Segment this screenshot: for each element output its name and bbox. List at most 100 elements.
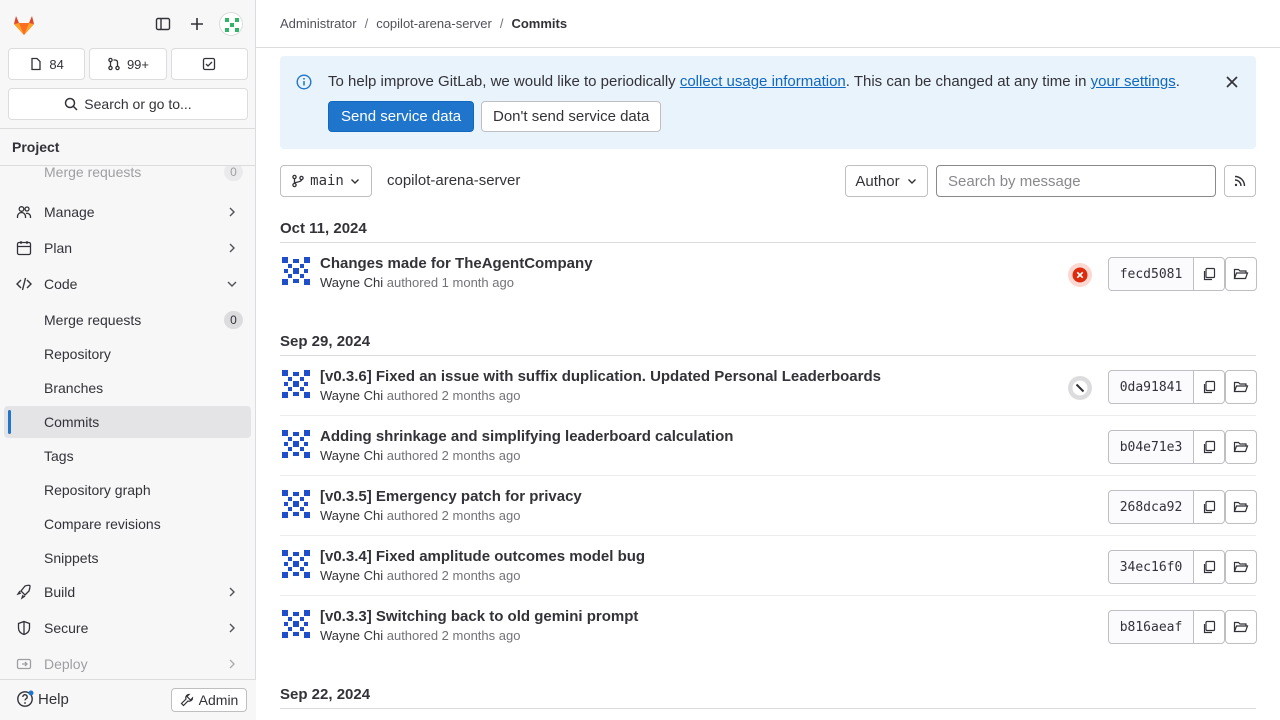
user-avatar[interactable] — [219, 12, 243, 36]
send-service-data-button[interactable]: Send service data — [328, 101, 475, 132]
commit-author[interactable]: Wayne Chi — [320, 448, 383, 463]
sidebar-item-build[interactable]: Build — [4, 576, 251, 608]
copy-icon — [1203, 267, 1216, 281]
issues-counter[interactable]: 84 — [8, 48, 86, 80]
sidebar-item-manage[interactable]: Manage — [4, 196, 251, 228]
alert-text-part: . This can be changed at any time in — [845, 73, 1091, 90]
browse-files-button[interactable] — [1225, 257, 1257, 291]
commit-title[interactable]: Changes made for TheAgentCompany — [320, 255, 593, 272]
close-icon[interactable] — [1224, 74, 1240, 90]
commit-sha[interactable]: fecd5081 — [1108, 257, 1194, 291]
sidebar-item-tags[interactable]: Tags — [4, 440, 251, 472]
collect-usage-link[interactable]: collect usage information — [680, 73, 846, 90]
sidebar-item-commits[interactable]: Commits — [4, 406, 251, 438]
search-by-message-input[interactable]: Search by message — [936, 165, 1216, 197]
browse-files-button[interactable] — [1225, 550, 1257, 584]
gitlab-logo-icon[interactable] — [10, 10, 38, 38]
commit-title[interactable]: [v0.3.4] Fixed amplitude outcomes model … — [320, 548, 645, 565]
commit-title[interactable]: [v0.3.6] Fixed an issue with suffix dupl… — [320, 368, 881, 385]
copy-sha-button[interactable] — [1194, 430, 1225, 464]
breadcrumb-item-commits[interactable]: Commits — [511, 16, 567, 31]
search-button[interactable]: Search or go to... — [8, 88, 248, 120]
commit-author[interactable]: Wayne Chi — [320, 275, 383, 290]
rss-feed-button[interactable] — [1224, 165, 1256, 197]
sidebar-item-secure[interactable]: Secure — [4, 612, 251, 644]
commit-authored: authored 2 months ago — [386, 508, 521, 523]
commit-sha[interactable]: b816aeaf — [1108, 610, 1194, 644]
todos-counter[interactable] — [170, 48, 248, 80]
commit-author[interactable]: Wayne Chi — [320, 568, 383, 583]
copy-sha-button[interactable] — [1194, 490, 1225, 524]
commit-sha[interactable]: 268dca92 — [1108, 490, 1194, 524]
dont-send-service-data-button[interactable]: Don't send service data — [481, 101, 662, 132]
copy-sha-button[interactable] — [1194, 257, 1225, 291]
folder-open-icon — [1233, 268, 1249, 280]
sidebar-item-label: Repository graph — [44, 482, 151, 498]
breadcrumb-item-project[interactable]: copilot-arena-server — [376, 16, 492, 31]
admin-button[interactable]: Admin — [171, 688, 247, 712]
browse-files-button[interactable] — [1225, 490, 1257, 524]
author-avatar[interactable] — [280, 255, 312, 287]
commit-sha-group: 0da91841 — [1108, 370, 1257, 404]
author-avatar[interactable] — [280, 488, 312, 520]
copy-sha-button[interactable] — [1194, 610, 1225, 644]
breadcrumb-item-administrator[interactable]: Administrator — [280, 16, 357, 31]
commit-row: [v0.3.6] Fixed an issue with suffix dupl… — [280, 356, 1257, 416]
commit-authored: authored 2 months ago — [386, 388, 521, 403]
commit-title[interactable]: [v0.3.3] Switching back to old gemini pr… — [320, 608, 638, 625]
copy-icon — [1203, 500, 1216, 514]
commit-date-header: Oct 11, 2024 — [280, 219, 1256, 243]
commit-sha[interactable]: b04e71e3 — [1108, 430, 1194, 464]
commit-author[interactable]: Wayne Chi — [320, 508, 383, 523]
commit-row: Adding shrinkage and simplifying leaderb… — [280, 416, 1257, 476]
commit-title[interactable]: [v0.3.5] Emergency patch for privacy — [320, 488, 582, 505]
your-settings-link[interactable]: your settings — [1091, 73, 1176, 90]
help-button[interactable]: Help — [16, 690, 69, 708]
plus-icon[interactable] — [185, 12, 209, 36]
breadcrumb-separator: / — [499, 16, 504, 31]
alert-message: To help improve GitLab, we would like to… — [328, 73, 1180, 90]
copy-sha-button[interactable] — [1194, 550, 1225, 584]
browse-files-button[interactable] — [1225, 430, 1257, 464]
sidebar-item-repository-graph[interactable]: Repository graph — [4, 474, 251, 506]
sidebar-item-branches[interactable]: Branches — [4, 372, 251, 404]
commit-authored: authored 2 months ago — [386, 448, 521, 463]
sidebar-item-repository[interactable]: Repository — [4, 338, 251, 370]
sidebar-item-snippets[interactable]: Snippets — [4, 542, 251, 574]
chevron-right-icon — [229, 587, 235, 597]
author-avatar[interactable] — [280, 608, 312, 640]
sidebar-item-compare-revisions[interactable]: Compare revisions — [4, 508, 251, 540]
copy-icon — [1203, 440, 1216, 454]
commit-title[interactable]: Adding shrinkage and simplifying leaderb… — [320, 428, 733, 445]
commit-author[interactable]: Wayne Chi — [320, 388, 383, 403]
sidebar-toggle-icon[interactable] — [151, 12, 175, 36]
sidebar-item-label: Snippets — [44, 550, 99, 566]
branch-selector[interactable]: main — [280, 165, 372, 197]
author-avatar[interactable] — [280, 428, 312, 460]
rss-icon — [1234, 175, 1246, 187]
alert-text-part: To help improve GitLab, we would like to… — [328, 73, 680, 90]
commit-sha[interactable]: 0da91841 — [1108, 370, 1194, 404]
commit-author[interactable]: Wayne Chi — [320, 628, 383, 643]
info-icon — [296, 74, 312, 90]
breadcrumb: Administrator / copilot-arena-server / C… — [256, 0, 1280, 48]
commit-sha[interactable]: 34ec16f0 — [1108, 550, 1194, 584]
pipeline-skipped-status[interactable] — [1068, 376, 1092, 400]
author-label: Author — [855, 172, 900, 190]
sidebar-item-code[interactable]: Code — [4, 268, 251, 300]
sidebar-item-deploy[interactable]: Deploy — [4, 648, 251, 680]
merge-requests-counter[interactable]: 99+ — [89, 48, 167, 80]
sidebar-item-merge-requests-faded[interactable]: Merge requests 0 — [4, 166, 251, 188]
author-avatar[interactable] — [280, 368, 312, 400]
pipeline-failed-status[interactable] — [1068, 263, 1092, 287]
author-avatar[interactable] — [280, 548, 312, 580]
project-path[interactable]: copilot-arena-server — [387, 172, 520, 189]
browse-files-button[interactable] — [1225, 610, 1257, 644]
sidebar-section-title: Project — [0, 128, 256, 166]
sidebar-item-plan[interactable]: Plan — [4, 232, 251, 264]
sidebar-item-merge-requests[interactable]: Merge requests 0 — [4, 304, 251, 336]
browse-files-button[interactable] — [1225, 370, 1257, 404]
copy-sha-button[interactable] — [1194, 370, 1225, 404]
author-dropdown[interactable]: Author — [845, 165, 928, 197]
folder-open-icon — [1233, 621, 1249, 633]
